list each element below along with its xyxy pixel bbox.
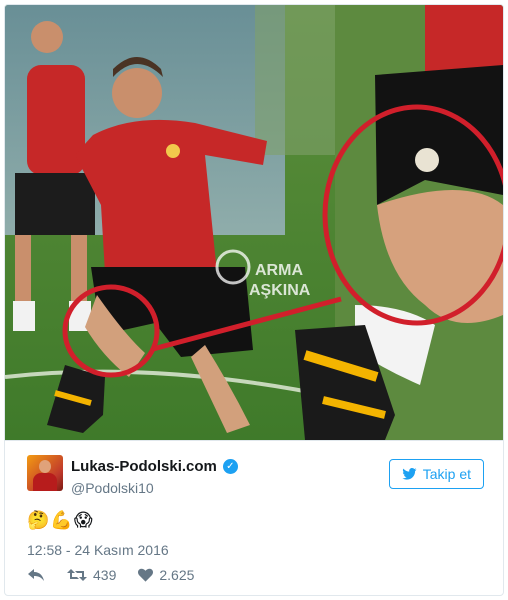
watermark-line-2: AŞKINA: [249, 282, 311, 299]
verified-badge-icon: ✓: [222, 459, 238, 474]
embedded-tweet: ARMA AŞKINA Lukas-Podolski.com ✓ @Podols…: [4, 4, 504, 596]
author-row: Lukas-Podolski.com ✓: [71, 458, 238, 475]
like-button[interactable]: 2.625: [138, 567, 194, 583]
tweet-actions: 439 2.625: [27, 567, 216, 583]
reply-icon: [28, 569, 44, 581]
retweet-button[interactable]: 439: [67, 567, 116, 583]
retweet-icon: [67, 569, 87, 581]
reply-button[interactable]: [27, 568, 45, 582]
like-count: 2.625: [159, 567, 195, 583]
divider: [5, 440, 503, 441]
watermark-line-1: ARMA: [255, 262, 303, 279]
tweet-text: 🤔💪😱: [27, 510, 94, 531]
tweet-photo[interactable]: ARMA AŞKINA: [5, 5, 503, 440]
display-name[interactable]: Lukas-Podolski.com: [71, 458, 217, 475]
avatar[interactable]: [27, 455, 63, 491]
tweet-timestamp[interactable]: 12:58 - 24 Kasım 2016: [27, 542, 169, 558]
retweet-count: 439: [93, 567, 117, 583]
twitter-bird-icon: [402, 468, 417, 480]
user-handle[interactable]: @Podolski10: [71, 480, 154, 496]
heart-icon: [138, 568, 154, 582]
follow-button-label: Takip et: [422, 466, 471, 482]
follow-button[interactable]: Takip et: [388, 459, 484, 489]
